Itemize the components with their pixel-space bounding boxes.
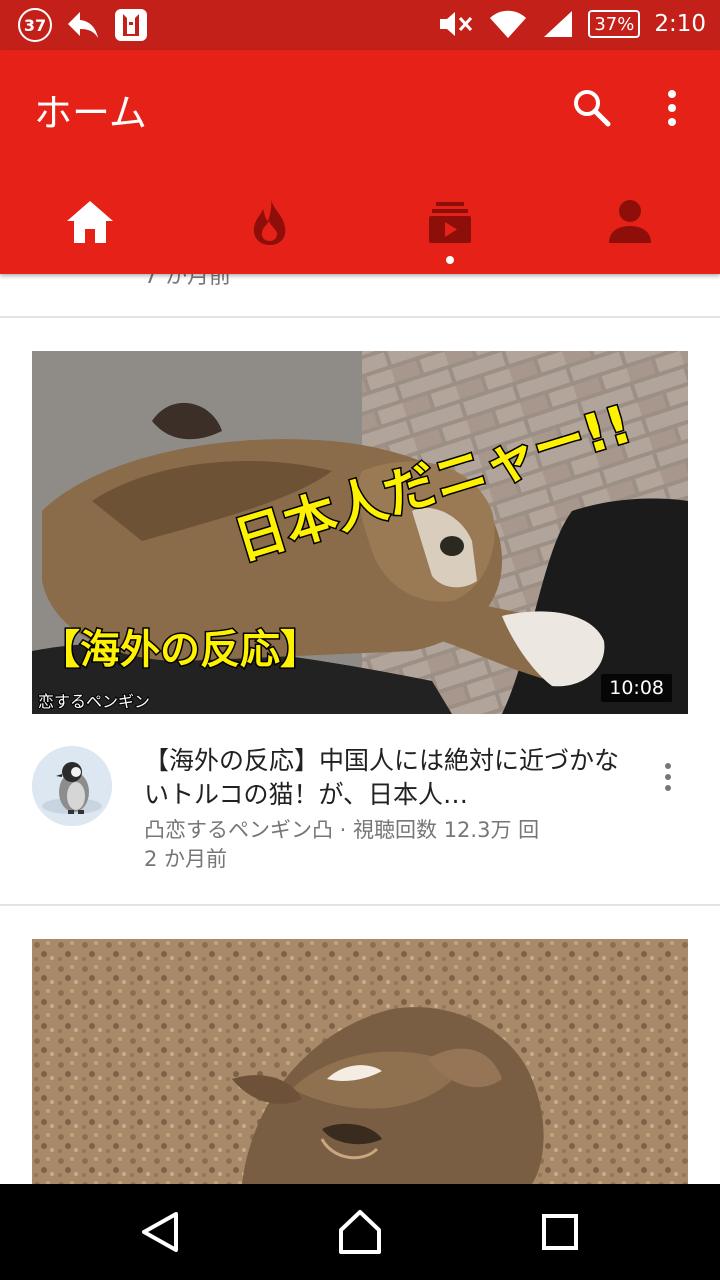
channel-avatar[interactable] bbox=[32, 746, 112, 826]
channel-and-views: 凸恋するペンギン凸 · 視聴回数 12.3万 回 bbox=[144, 818, 540, 842]
tab-account[interactable] bbox=[600, 192, 660, 252]
video-more-options-icon[interactable] bbox=[656, 760, 680, 794]
cat-thumbnail-image: 日本人だニャー!! 【海外の反応】 恋するペンギン bbox=[32, 351, 688, 714]
rabbit-thumbnail-image bbox=[32, 939, 688, 1184]
home-button-icon[interactable] bbox=[336, 1208, 384, 1256]
signal-icon bbox=[544, 11, 573, 37]
video-thumbnail[interactable] bbox=[32, 939, 688, 1184]
thumbnail-watermark: 恋するペンギン bbox=[38, 692, 150, 711]
back-icon[interactable] bbox=[136, 1208, 184, 1256]
mute-icon bbox=[440, 12, 473, 36]
status-bar: 37 37% 2:10 bbox=[0, 0, 720, 50]
notification-count: 37 bbox=[23, 15, 47, 35]
notification-count-badge: 37 bbox=[18, 8, 52, 42]
more-options-icon[interactable] bbox=[660, 86, 684, 130]
tuxedo-app-icon bbox=[115, 9, 147, 41]
tab-bar bbox=[0, 174, 720, 274]
person-icon bbox=[609, 200, 651, 243]
penguin-avatar-image bbox=[32, 746, 112, 826]
divider bbox=[0, 904, 720, 906]
subscriptions-new-dot bbox=[446, 256, 454, 264]
search-icon[interactable] bbox=[570, 86, 614, 130]
video-title[interactable]: 【海外の反応】中国人には絶対に近づかないトルコの猫！が、日本人… bbox=[144, 744, 624, 812]
recents-icon[interactable] bbox=[536, 1208, 584, 1256]
video-age: 2 か月前 bbox=[144, 847, 228, 871]
app-bar: ホーム bbox=[0, 50, 720, 274]
tab-subscriptions[interactable] bbox=[420, 192, 480, 252]
video-duration: 10:08 bbox=[601, 674, 672, 702]
battery-indicator: 37% bbox=[588, 10, 641, 38]
divider bbox=[0, 316, 720, 318]
wifi-icon bbox=[490, 10, 527, 38]
page-title: ホーム bbox=[34, 91, 147, 135]
battery-level: 37% bbox=[594, 13, 635, 35]
subscriptions-icon bbox=[429, 202, 471, 243]
thumbnail-caption: 【海外の反応】 bbox=[40, 627, 320, 673]
home-icon bbox=[67, 201, 113, 243]
reply-icon bbox=[68, 12, 98, 38]
video-meta: 凸恋するペンギン凸 · 視聴回数 12.3万 回 2 か月前 bbox=[144, 816, 624, 874]
video-thumbnail[interactable]: 日本人だニャー!! 【海外の反応】 恋するペンギン 10:08 bbox=[32, 351, 688, 714]
flame-icon bbox=[253, 199, 286, 245]
tab-home[interactable] bbox=[60, 192, 120, 252]
tab-trending[interactable] bbox=[240, 192, 300, 252]
system-navigation-bar bbox=[0, 1184, 720, 1280]
clock: 2:10 bbox=[654, 11, 706, 37]
